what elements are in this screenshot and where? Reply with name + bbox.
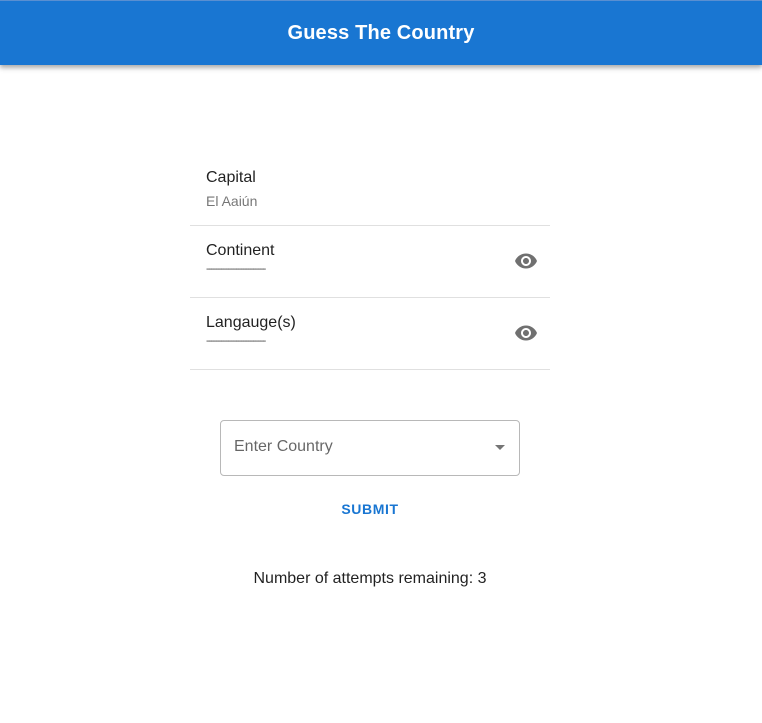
hint-item-capital: Capital El Aaiún [190,153,550,226]
country-select-placeholder: Enter Country [234,438,333,455]
attempts-remaining-text: Number of attempts remaining: 3 [253,570,487,587]
dropdown-arrow-icon [495,445,505,450]
hint-hidden-value: ------------------------ [206,263,266,275]
country-select[interactable]: Enter Country [220,420,520,476]
submit-button[interactable]: SUBMIT [330,494,410,524]
hint-label: Continent [206,242,275,259]
hint-hidden-value: ------------------------ [206,335,266,347]
hint-label: Capital [206,169,256,186]
reveal-languages-button[interactable] [514,321,538,345]
hint-list: Capital El Aaiún Continent -------------… [190,153,550,370]
eye-icon [515,325,537,341]
hint-item-continent: Continent ------------------------ [190,226,550,298]
hint-label: Langauge(s) [206,314,296,331]
reveal-continent-button[interactable] [514,249,538,273]
eye-icon [515,253,537,269]
hint-item-languages: Langauge(s) ------------------------ [190,298,550,370]
app-bar: Guess The Country [0,0,762,65]
app-title: Guess The Country [287,21,475,44]
hint-value: El Aaiún [206,193,258,209]
